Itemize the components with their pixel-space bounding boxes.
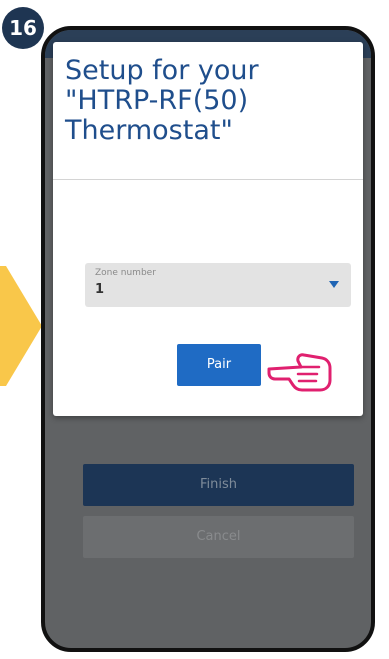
pointing-hand-icon (267, 353, 332, 392)
cancel-button[interactable]: Cancel (83, 516, 354, 558)
dialog-title: Setup for your "HTRP-RF(50) Thermostat" (65, 55, 259, 146)
chevron-down-icon[interactable] (329, 281, 339, 288)
setup-dialog: Setup for your "HTRP-RF(50) Thermostat" … (53, 42, 363, 416)
zone-number-value: 1 (95, 282, 105, 297)
zone-number-label: Zone number (95, 268, 156, 278)
step-number-badge: 16 (2, 7, 44, 49)
side-arrow-icon (0, 266, 42, 386)
finish-button[interactable]: Finish (83, 464, 354, 506)
phone-frame: Finish Cancel Setup for your "HTRP-RF(50… (41, 26, 375, 652)
pair-button[interactable]: Pair (177, 344, 261, 386)
zone-number-select[interactable]: Zone number 1 (85, 263, 351, 307)
dialog-divider (53, 179, 363, 180)
instruction-figure: 16 Finish Cancel Setup for your "HTRP-RF… (0, 0, 389, 659)
